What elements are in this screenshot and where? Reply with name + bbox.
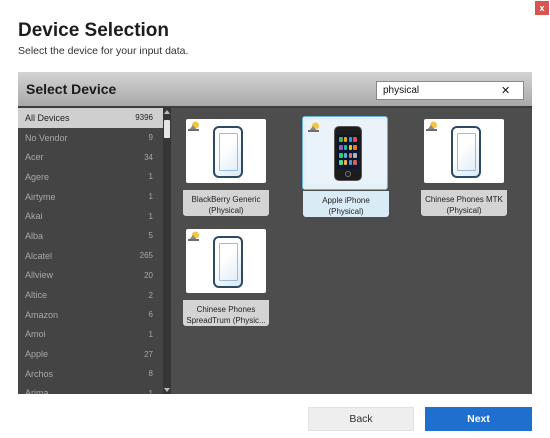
vendor-name: Apple [25,349,49,360]
vendor-count: 8 [148,369,153,379]
vendor-count: 9 [148,133,153,143]
device-name: Chinese Phones SpreadTrum (Physic... [186,305,266,325]
vendor-item[interactable]: No Vendor 9 [18,128,163,148]
device-name: Apple iPhone (Physical) [322,196,370,216]
clear-search-icon[interactable]: ✕ [501,84,510,97]
vendor-count: 27 [144,349,153,359]
vendor-count: 9396 [135,113,153,123]
vendor-count: 5 [148,231,153,241]
scroll-up-icon[interactable] [164,110,170,114]
panel-title: Select Device [26,81,117,97]
page-title: Device Selection [18,20,170,41]
device-name: BlackBerry Generic (Physical) [191,195,261,215]
vendor-name: Amoi [25,329,46,340]
page-subtitle: Select the device for your input data. [18,45,189,57]
vendor-item[interactable]: Altice 2 [18,285,163,305]
vendor-name: Allview [25,270,54,281]
scrollbar-thumb[interactable] [164,120,170,138]
vendor-count: 2 [148,290,153,300]
scroll-down-icon[interactable] [164,388,170,392]
vendor-name: Acer [25,152,44,163]
vendor-name: Agere [25,171,50,182]
phone-icon [451,126,481,178]
vendor-item[interactable]: Amoi 1 [18,325,163,345]
vendor-item[interactable]: Archos 8 [18,364,163,384]
vendor-count: 1 [148,329,153,339]
vendor-name: Altice [25,290,48,301]
vendor-count: 265 [139,251,153,261]
home-button-icon [345,171,351,177]
next-button[interactable]: Next [425,407,532,431]
vendor-item[interactable]: Allview 20 [18,266,163,286]
vendor-count: 1 [148,192,153,202]
device-card[interactable]: Chinese Phones MTK (Physical) [421,116,507,216]
search-box: ✕ [376,81,524,100]
back-button[interactable]: Back [308,407,414,431]
panel-header: Select Device ✕ [18,72,532,106]
vendor-count: 1 [148,211,153,221]
device-thumbnail [186,119,266,183]
vendor-item[interactable]: Akai 1 [18,206,163,226]
vendor-list: All Devices 9396 No Vendor 9 Acer 34 Agere 1 Air… [18,108,163,394]
vendor-item[interactable]: Alba 5 [18,226,163,246]
vendor-item[interactable]: Arima 1 [18,384,163,394]
vendor-item[interactable]: Amazon 6 [18,305,163,325]
phone-icon [213,126,243,178]
physical-device-icon [188,121,199,131]
vendor-count: 1 [148,172,153,182]
close-button[interactable]: x [535,1,549,15]
device-selection-dialog: x Device Selection Select the device for… [0,0,550,438]
vendor-name: Akai [25,211,43,222]
vendor-name: Airtyme [25,191,56,202]
vendor-name: Archos [25,368,54,379]
vendor-item[interactable]: All Devices 9396 [18,108,163,128]
vendor-item[interactable]: Apple 27 [18,344,163,364]
search-input[interactable] [377,82,497,99]
device-name: Chinese Phones MTK (Physical) [425,195,503,215]
device-card[interactable]: BlackBerry Generic (Physical) [183,116,269,216]
vendor-name: No Vendor [25,132,68,143]
vendor-item[interactable]: Airtyme 1 [18,187,163,207]
device-card[interactable]: Apple iPhone (Physical) [302,116,389,217]
device-thumbnail [186,229,266,293]
vendor-count: 6 [148,310,153,320]
physical-device-icon [426,121,437,131]
device-thumbnail [306,120,386,184]
phone-icon [213,236,243,288]
vendor-item[interactable]: Alcatel 265 [18,246,163,266]
select-device-panel: Select Device ✕ All Devices 9396 No Vendor… [18,72,532,394]
vendor-count: 34 [144,152,153,162]
device-grid: BlackBerry Generic (Physical) Apple iPho… [171,108,532,394]
vendor-scrollbar[interactable] [163,108,171,394]
iphone-screen [337,135,359,169]
vendor-count: 1 [148,388,153,394]
device-card[interactable]: Chinese Phones SpreadTrum (Physic... [183,226,269,326]
physical-device-icon [308,122,319,132]
device-thumbnail [424,119,504,183]
vendor-name: Alba [25,230,44,241]
vendor-item[interactable]: Acer 34 [18,147,163,167]
vendor-name: Arima [25,388,49,394]
vendor-name: Amazon [25,309,59,320]
vendor-name: Alcatel [25,250,53,261]
vendor-name: All Devices [25,112,70,123]
vendor-item[interactable]: Agere 1 [18,167,163,187]
physical-device-icon [188,231,199,241]
vendor-count: 20 [144,270,153,280]
iphone-image [334,126,362,181]
